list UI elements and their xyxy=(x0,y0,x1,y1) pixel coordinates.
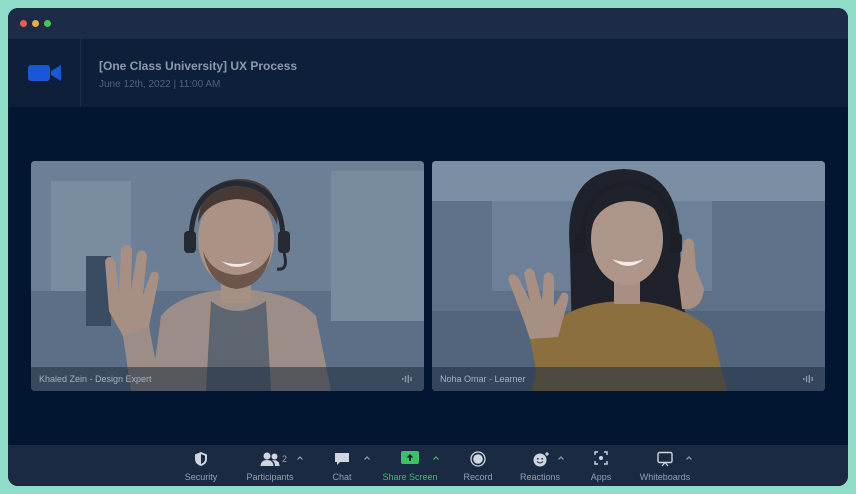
participant-video-tile[interactable]: Noha Omar - Learner xyxy=(432,161,825,391)
caret-up-icon[interactable] xyxy=(297,456,303,460)
meeting-title: [One Class University] UX Process xyxy=(99,59,298,73)
participant-video-feed xyxy=(432,161,825,391)
shield-icon xyxy=(195,452,207,466)
caret-up-icon[interactable] xyxy=(558,456,564,460)
participant-name: Khaled Zein - Design Expert xyxy=(39,374,152,384)
whiteboard-icon xyxy=(657,451,673,467)
app-logo xyxy=(8,39,81,107)
participant-name-bar: Khaled Zein - Design Expert xyxy=(31,367,424,391)
people-icon xyxy=(260,452,280,466)
reaction-smile-icon xyxy=(533,452,549,467)
chat-bubble-icon xyxy=(335,453,349,465)
participant-name: Noha Omar - Learner xyxy=(440,374,526,384)
close-window-button[interactable] xyxy=(20,20,27,27)
caret-up-icon[interactable] xyxy=(686,456,692,460)
maximize-window-button[interactable] xyxy=(44,20,51,27)
participant-video-feed xyxy=(31,161,424,391)
meeting-window: [One Class University] UX Process June 1… xyxy=(8,8,848,486)
whiteboards-label: Whiteboards xyxy=(639,472,691,482)
caret-up-icon[interactable] xyxy=(433,456,439,460)
title-bar xyxy=(8,8,848,39)
audio-wave-icon xyxy=(402,375,412,383)
meeting-header: [One Class University] UX Process June 1… xyxy=(8,39,848,107)
video-camera-icon xyxy=(28,65,61,81)
chat-label: Chat xyxy=(332,472,352,482)
participant-video-tile[interactable]: Khaled Zein - Design Expert xyxy=(31,161,424,391)
caret-up-icon[interactable] xyxy=(364,456,370,460)
meeting-datetime: June 12th, 2022 | 11:00 AM xyxy=(99,79,221,90)
security-label: Security xyxy=(184,472,218,482)
apps-label: Apps xyxy=(590,472,612,482)
share-screen-label: Share Screen xyxy=(382,472,438,482)
minimize-window-button[interactable] xyxy=(32,20,39,27)
audio-wave-icon xyxy=(803,375,813,383)
participants-label: Participants xyxy=(246,472,294,482)
share-screen-icon xyxy=(401,451,419,464)
reactions-label: Reactions xyxy=(519,472,561,482)
record-label: Record xyxy=(463,472,493,482)
participant-name-bar: Noha Omar - Learner xyxy=(432,367,825,391)
meeting-toolbar: Security 2 Participants Chat Share Scree… xyxy=(8,445,848,486)
apps-icon xyxy=(594,451,608,465)
record-icon xyxy=(470,451,486,467)
participants-count-badge: 2 xyxy=(282,454,288,464)
